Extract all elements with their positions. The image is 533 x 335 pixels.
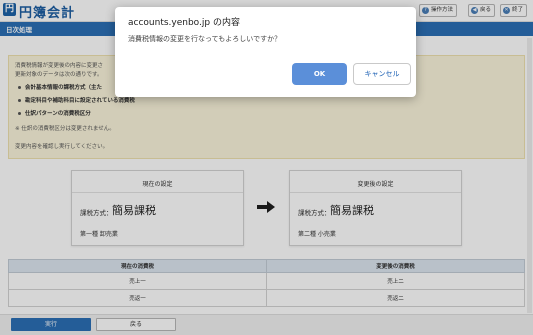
dialog-message: 消費税情報の変更を行なってもよろしいですか？ bbox=[128, 35, 282, 43]
ok-button[interactable]: OK bbox=[292, 63, 347, 85]
confirm-dialog: accounts.yenbo.jp の内容 消費税情報の変更を行なってもよろしい… bbox=[115, 7, 416, 97]
cancel-button[interactable]: キャンセル bbox=[353, 63, 411, 85]
dialog-title: accounts.yenbo.jp の内容 bbox=[128, 18, 240, 28]
